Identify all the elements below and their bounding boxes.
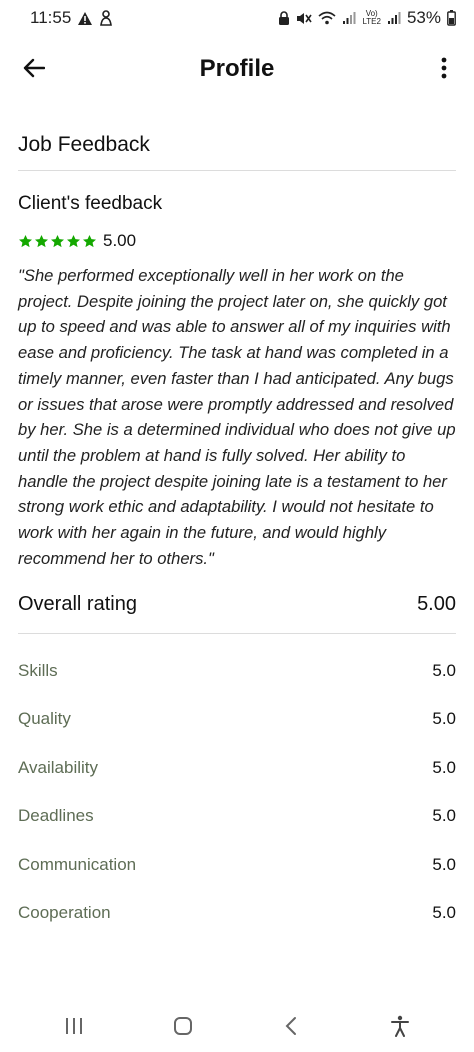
signal-icon <box>342 11 356 25</box>
divider <box>18 170 456 171</box>
metric-value: 5.0 <box>432 903 456 923</box>
metric-value: 5.0 <box>432 660 456 680</box>
star-icon <box>83 234 96 247</box>
metric-row: Quality 5.0 <box>18 695 456 744</box>
status-left: 11:55 <box>30 8 113 28</box>
client-feedback-title: Client's feedback <box>18 193 163 214</box>
status-bar: 11:55 Vo) LTE2 53% <box>0 0 474 36</box>
metric-row: Skills 5.0 <box>18 646 456 695</box>
volte-sub-label: LTE2 <box>362 17 381 26</box>
accessibility-button[interactable] <box>380 1006 420 1046</box>
star-icon <box>51 234 64 247</box>
section-title: Job Feedback <box>18 133 150 156</box>
client-rating: 5.00 <box>18 229 456 253</box>
app-bar: Profile <box>0 44 474 94</box>
back-nav-icon <box>285 1017 297 1035</box>
battery-percent: 53% <box>406 8 441 27</box>
volte-icon: Vo) LTE2 <box>362 10 381 26</box>
metric-row: Availability 5.0 <box>18 743 456 792</box>
client-rating-value: 5.00 <box>103 231 137 250</box>
wifi-icon <box>318 11 336 25</box>
metric-value: 5.0 <box>432 854 456 874</box>
warning-icon <box>77 11 93 26</box>
metrics-list: Skills 5.0 Quality 5.0 Availability 5.0 … <box>18 646 456 937</box>
status-time: 11:55 <box>30 8 72 27</box>
more-vertical-icon <box>441 57 447 79</box>
overall-rating-label: Overall rating <box>18 592 137 615</box>
recent-apps-button[interactable] <box>54 1006 94 1046</box>
signal-icon <box>387 11 401 25</box>
star-icon <box>19 234 32 247</box>
mute-icon <box>296 11 313 26</box>
star-rating <box>18 234 97 249</box>
page-title: Profile <box>199 55 275 82</box>
more-options-button[interactable] <box>428 52 460 84</box>
lock-icon <box>278 10 290 26</box>
metric-row: Deadlines 5.0 <box>18 792 456 841</box>
metric-row: Communication 5.0 <box>18 840 456 889</box>
home-icon <box>173 1017 192 1035</box>
metric-value: 5.0 <box>432 757 456 777</box>
home-button[interactable] <box>163 1006 203 1046</box>
metric-value: 5.0 <box>432 709 456 729</box>
metric-label: Communication <box>18 854 137 874</box>
overall-rating-value: 5.00 <box>417 592 456 615</box>
divider <box>18 633 456 635</box>
system-nav-bar <box>0 1000 474 1052</box>
metric-label: Availability <box>18 757 99 777</box>
content: Job Feedback Client's feedback 5.00 "She… <box>18 128 456 937</box>
metric-label: Cooperation <box>18 903 111 923</box>
status-right: Vo) LTE2 53% <box>278 8 456 28</box>
accessibility-icon <box>390 1015 409 1037</box>
notification-icon <box>99 10 113 26</box>
arrow-left-icon <box>23 58 45 78</box>
back-nav-button[interactable] <box>271 1006 311 1046</box>
back-button[interactable] <box>18 52 50 84</box>
metric-label: Deadlines <box>18 806 94 826</box>
overall-rating-row: Overall rating 5.00 <box>18 585 456 623</box>
recent-apps-icon <box>66 1018 83 1034</box>
metric-label: Skills <box>18 660 58 680</box>
battery-icon <box>447 10 456 26</box>
metric-label: Quality <box>18 709 71 729</box>
star-icon <box>35 234 48 247</box>
feedback-text: "She performed exceptionally well in her… <box>18 266 456 568</box>
metric-row: Cooperation 5.0 <box>18 889 456 938</box>
star-icon <box>67 234 80 247</box>
metric-value: 5.0 <box>432 806 456 826</box>
